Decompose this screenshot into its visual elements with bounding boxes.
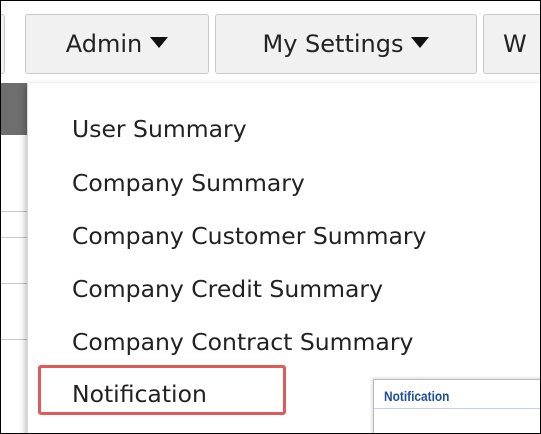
- nav-button-partial-left[interactable]: [1, 14, 5, 74]
- background-divider: [1, 211, 27, 212]
- top-navbar: Admin My Settings W: [1, 1, 540, 83]
- menu-item-user-summary[interactable]: User Summary: [72, 115, 247, 143]
- notification-highlight-box: [38, 365, 286, 415]
- nav-w-button[interactable]: W: [483, 14, 540, 74]
- notification-panel-divider: [374, 408, 540, 409]
- app-window: Admin My Settings W User Summary Company…: [0, 0, 541, 434]
- menu-item-company-customer-summary[interactable]: Company Customer Summary: [72, 222, 426, 250]
- notification-panel-title: Notification: [384, 388, 450, 404]
- menu-item-company-contract-summary[interactable]: Company Contract Summary: [72, 328, 413, 356]
- menu-item-company-summary[interactable]: Company Summary: [72, 169, 305, 197]
- background-divider: [1, 339, 27, 340]
- notification-panel: Notification: [373, 379, 540, 433]
- nav-admin-label: Admin: [65, 30, 143, 58]
- caret-down-icon: [150, 36, 169, 48]
- menu-item-company-credit-summary[interactable]: Company Credit Summary: [72, 275, 383, 303]
- background-divider: [1, 237, 27, 238]
- caret-down-icon: [411, 36, 430, 48]
- background-divider: [1, 283, 27, 284]
- nav-my-settings-button[interactable]: My Settings: [215, 14, 477, 74]
- background-header-strip: [1, 83, 27, 135]
- nav-admin-button[interactable]: Admin: [25, 14, 209, 74]
- nav-w-label: W: [503, 30, 527, 58]
- nav-my-settings-label: My Settings: [262, 30, 404, 58]
